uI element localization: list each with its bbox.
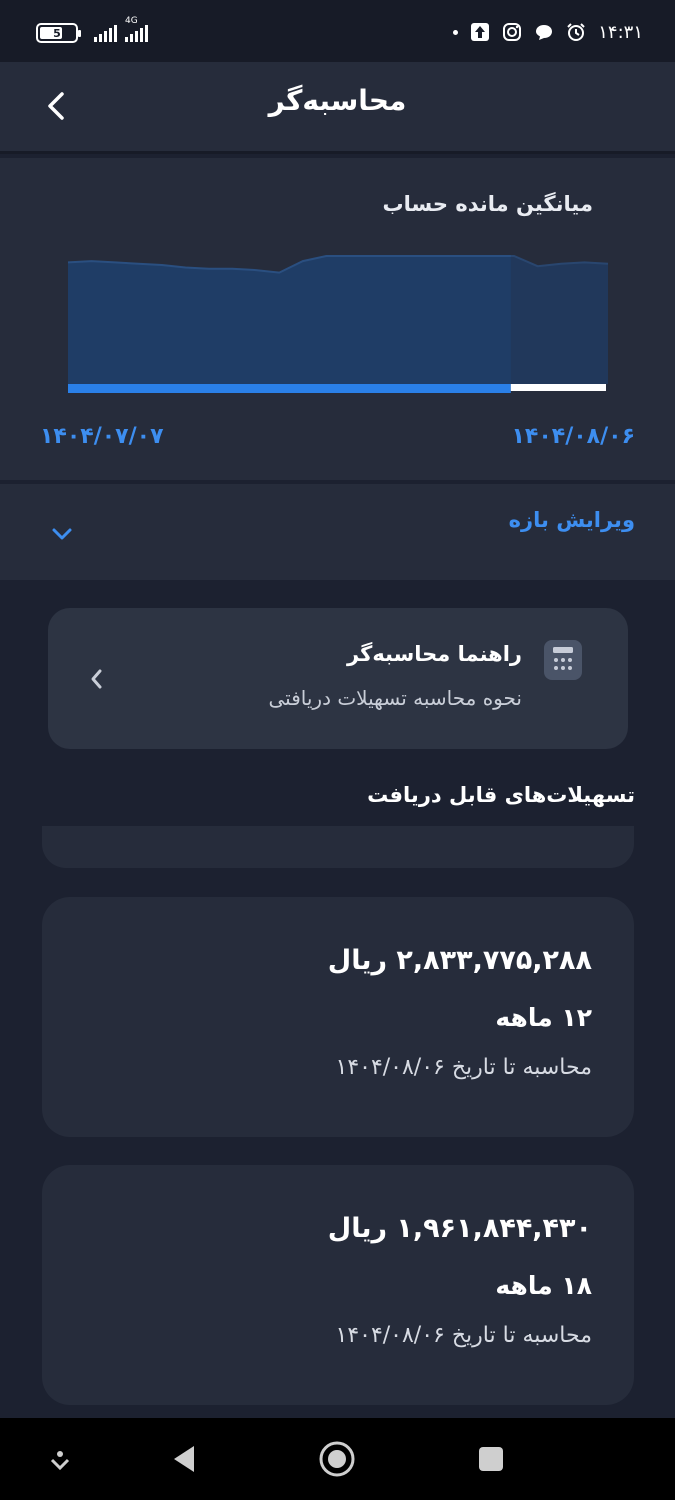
page-title: محاسبه‌گر — [268, 84, 407, 117]
status-bar: 5 4G ۱۴:۳۱ — [0, 0, 675, 62]
status-time: ۱۴:۳۱ — [598, 21, 643, 43]
chart-unselected-overlay — [510, 246, 608, 384]
instagram-icon — [503, 23, 522, 41]
chart-end-date: ۱۴۰۴/۰۸/۰۶ — [511, 424, 636, 449]
edit-range-row[interactable]: ویرایش بازه — [0, 484, 675, 580]
chevron-left-icon — [91, 669, 102, 689]
chart-start-date: ۱۴۰۴/۰۷/۰۷ — [40, 424, 164, 449]
loan-card[interactable]: ۲,۸۳۳,۷۷۵,۲۸۸ ریال ۱۲ ماهه محاسبه تا تار… — [42, 897, 634, 1137]
network-indicator: 4G — [125, 16, 148, 42]
nav-home-icon[interactable] — [318, 1440, 356, 1478]
system-nav-bar — [0, 1418, 675, 1500]
chat-icon — [536, 25, 553, 40]
alarm-icon — [567, 23, 585, 41]
nav-menu-icon[interactable] — [48, 1448, 72, 1472]
balance-chart-panel: میانگین مانده حساب ۱۴۰۴/۰۷/۰۷ ۱۴۰۴/۰۸/۰۶ — [0, 158, 675, 480]
loan-calc-date: محاسبه تا تاریخ ۱۴۰۴/۰۸/۰۶ — [335, 1323, 593, 1348]
loans-section-title: تسهیلات‌های قابل دریافت — [367, 783, 635, 807]
battery-icon: 5 — [36, 23, 81, 43]
balance-chart[interactable] — [0, 158, 675, 418]
status-left: 5 4G — [36, 16, 148, 46]
loan-amount: ۱,۹۶۱,۸۴۴,۴۳۰ ریال — [327, 1213, 592, 1244]
guide-title: راهنما محاسبه‌گر — [347, 642, 522, 666]
loan-amount: ۲,۸۳۳,۷۷۵,۲۸۸ ریال — [327, 945, 592, 976]
app-bar: محاسبه‌گر — [0, 62, 675, 154]
battery-level: 5 — [53, 27, 61, 40]
chevron-down-icon[interactable] — [48, 522, 76, 546]
nav-recents-icon[interactable] — [478, 1446, 504, 1472]
calculator-guide-card[interactable]: راهنما محاسبه‌گر نحوه محاسبه تسهیلات دری… — [48, 608, 628, 749]
status-right: ۱۴:۳۱ — [453, 18, 643, 46]
loan-card-partial[interactable] — [42, 826, 634, 868]
range-unselected-bar[interactable] — [510, 384, 606, 391]
nav-back-icon[interactable] — [170, 1444, 198, 1474]
loan-card[interactable]: ۱,۹۶۱,۸۴۴,۴۳۰ ریال ۱۸ ماهه محاسبه تا تار… — [42, 1165, 634, 1405]
loan-term: ۱۸ ماهه — [495, 1271, 592, 1300]
loan-calc-date: محاسبه تا تاریخ ۱۴۰۴/۰۸/۰۶ — [335, 1055, 593, 1080]
edit-range-label: ویرایش بازه — [508, 508, 635, 532]
guide-subtitle: نحوه محاسبه تسهیلات دریافتی — [268, 686, 522, 710]
upload-icon — [471, 23, 490, 41]
range-selected-bar[interactable] — [68, 384, 511, 393]
loan-term: ۱۲ ماهه — [495, 1003, 592, 1032]
signal-icon — [94, 24, 117, 42]
notification-dot-icon — [453, 29, 459, 35]
signal-icon-2 — [125, 24, 148, 42]
network-type: 4G — [125, 16, 138, 26]
calculator-icon — [544, 640, 582, 680]
